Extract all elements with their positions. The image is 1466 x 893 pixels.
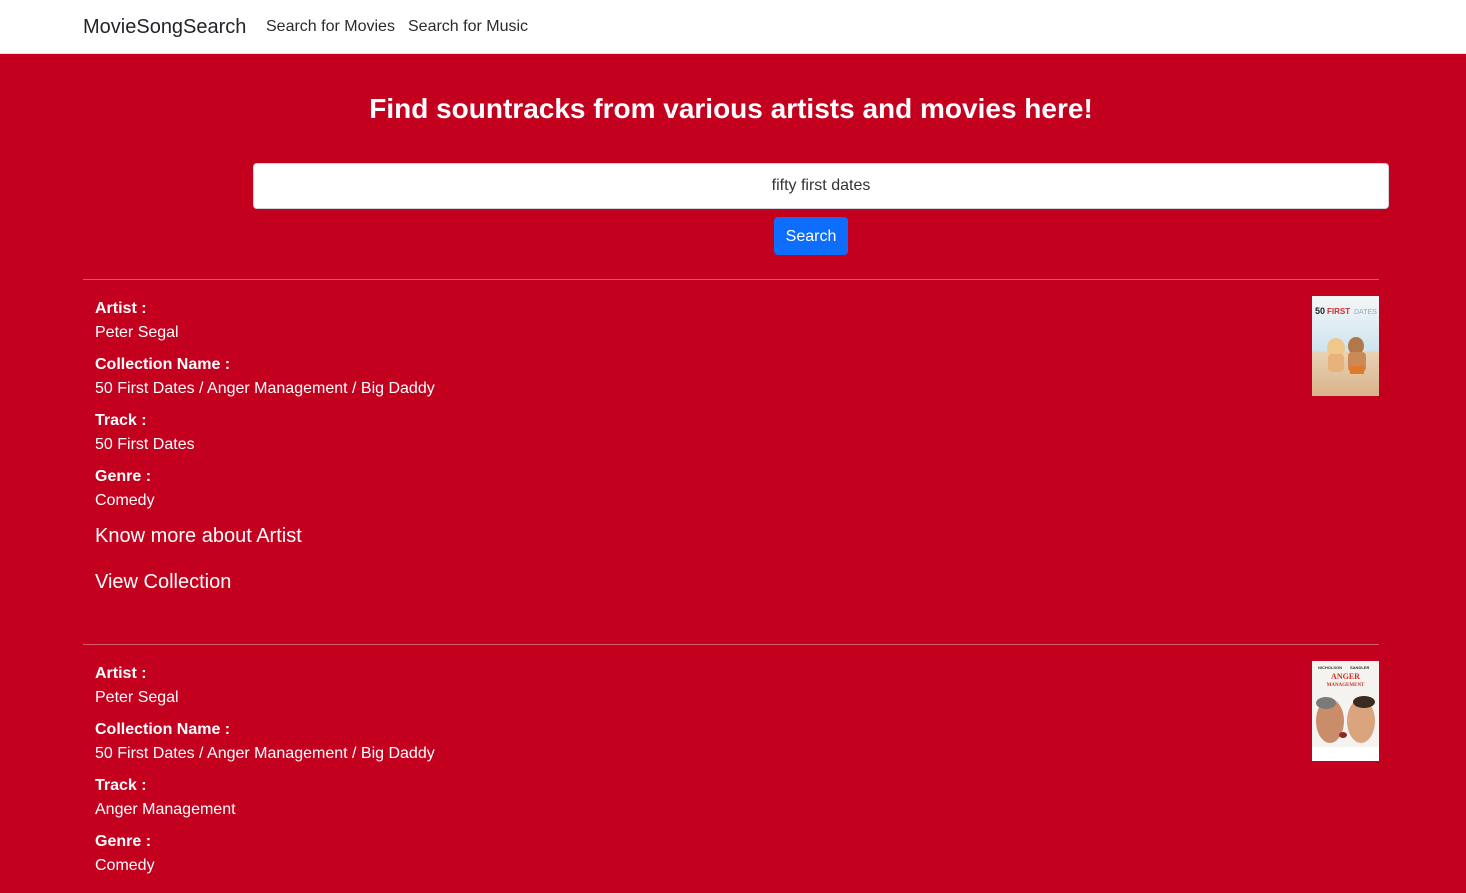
artist-label: Artist : <box>95 300 147 317</box>
genre-label: Genre : <box>95 468 152 485</box>
svg-text:MANAGEMENT: MANAGEMENT <box>1327 683 1365 688</box>
genre-label: Genre : <box>95 833 152 850</box>
collection-label: Collection Name : <box>95 721 231 738</box>
page-title: Find sountracks from various artists and… <box>369 93 1093 124</box>
svg-text:DATES: DATES <box>1354 309 1377 316</box>
svg-text:FIRST: FIRST <box>1327 307 1350 316</box>
artist-value: Peter Segal <box>95 324 179 341</box>
search-input[interactable] <box>253 163 1389 209</box>
artist-label: Artist : <box>95 665 147 682</box>
movie-poster-image: 50 FIRST DATES <box>1312 296 1379 396</box>
svg-text:50: 50 <box>1315 306 1325 316</box>
brand-logo-link[interactable]: MovieSongSearch <box>83 15 246 39</box>
track-label: Track : <box>95 412 147 429</box>
nav-link-search-music[interactable]: Search for Music <box>408 17 528 37</box>
artist-value: Peter Segal <box>95 689 179 706</box>
result-divider <box>83 279 1379 280</box>
track-label: Track : <box>95 777 147 794</box>
result-card: Artist : Peter Segal Collection Name : 5… <box>83 296 1379 626</box>
nav-link-search-movies[interactable]: Search for Movies <box>266 17 395 37</box>
result-card: Artist : Peter Segal Collection Name : 5… <box>83 661 1379 893</box>
movie-poster-image: NICHOLSON SANDLER ANGER MANAGEMENT <box>1312 661 1379 761</box>
result-divider <box>83 644 1379 645</box>
genre-value: Comedy <box>95 492 155 509</box>
svg-text:SANDLER: SANDLER <box>1350 665 1369 670</box>
track-value: Anger Management <box>95 801 236 818</box>
know-more-about-artist-link[interactable]: Know more about Artist <box>95 524 302 548</box>
search-button[interactable]: Search <box>774 217 848 255</box>
svg-text:ANGER: ANGER <box>1331 672 1360 681</box>
view-collection-link[interactable]: View Collection <box>95 570 231 594</box>
navbar: MovieSongSearch Search for Movies Search… <box>0 0 1466 54</box>
collection-label: Collection Name : <box>95 356 231 373</box>
collection-value: 50 First Dates / Anger Management / Big … <box>95 745 435 762</box>
track-value: 50 First Dates <box>95 436 195 453</box>
genre-value: Comedy <box>95 857 155 874</box>
svg-text:NICHOLSON: NICHOLSON <box>1318 665 1342 670</box>
collection-value: 50 First Dates / Anger Management / Big … <box>95 380 435 397</box>
